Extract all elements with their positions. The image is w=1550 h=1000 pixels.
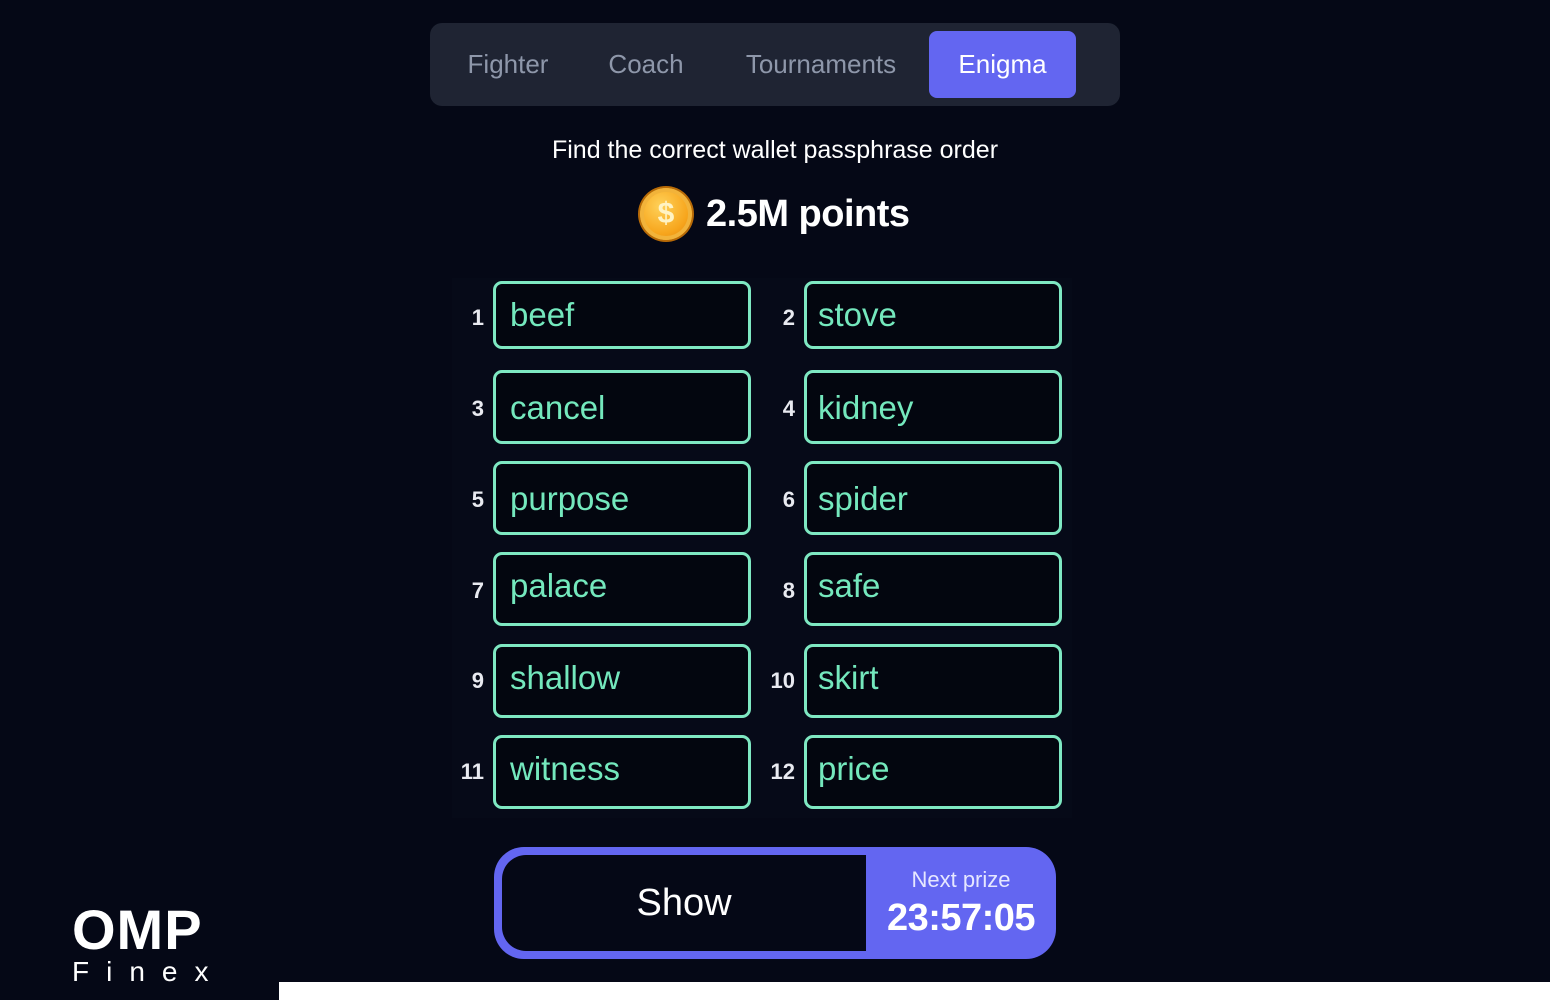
points-label: 2.5M points xyxy=(706,192,910,235)
word-box[interactable]: purpose xyxy=(493,461,751,535)
word-box[interactable]: shallow xyxy=(493,644,751,718)
word-text: palace xyxy=(510,567,608,604)
word-number: 3 xyxy=(471,396,484,421)
word-box[interactable]: cancel xyxy=(493,370,751,444)
word-box[interactable]: spider xyxy=(804,461,1062,535)
word-box[interactable]: palace xyxy=(493,552,751,626)
instruction-text: Find the correct wallet passphrase order xyxy=(551,136,999,164)
word-box[interactable]: witness xyxy=(493,735,751,809)
word-text: kidney xyxy=(818,389,914,426)
next-prize-label: Next prize xyxy=(911,867,1011,892)
tab-bar: Fighter Coach Tournaments Enigma xyxy=(430,23,1120,106)
word-box[interactable]: kidney xyxy=(804,370,1062,444)
tab-enigma[interactable]: Enigma xyxy=(929,31,1076,98)
word-text: stove xyxy=(818,296,897,333)
word-number: 9 xyxy=(471,668,484,693)
action-bar: Show Next prize 23:57:05 xyxy=(494,847,1056,959)
word-box[interactable]: beef xyxy=(493,281,751,349)
word-number: 12 xyxy=(770,759,795,784)
word-box[interactable]: safe xyxy=(804,552,1062,626)
word-number: 6 xyxy=(782,487,795,512)
word-text: witness xyxy=(510,750,621,787)
word-number: 7 xyxy=(471,578,484,603)
word-text: shallow xyxy=(510,659,621,696)
word-text: cancel xyxy=(510,389,606,426)
word-text: price xyxy=(818,750,890,787)
word-number: 1 xyxy=(471,305,484,330)
logo-wordmark: OMP xyxy=(72,898,203,961)
word-number: 11 xyxy=(460,759,484,784)
brand-logo: OMP Finex xyxy=(72,902,225,988)
show-button[interactable]: Show xyxy=(502,855,866,951)
word-text: spider xyxy=(818,480,908,517)
bottom-strip xyxy=(279,982,1550,1000)
tab-tournaments[interactable]: Tournaments xyxy=(722,31,920,98)
word-number: 4 xyxy=(782,396,795,421)
reward-display: $ 2.5M points xyxy=(640,186,910,242)
countdown-timer: 23:57:05 xyxy=(886,897,1036,939)
logo-subtitle: Finex xyxy=(72,956,226,987)
word-text: skirt xyxy=(818,659,879,696)
word-text: purpose xyxy=(510,480,630,517)
word-number: 2 xyxy=(782,305,795,330)
tab-fighter[interactable]: Fighter xyxy=(446,31,570,98)
word-number: 8 xyxy=(782,578,795,603)
word-number: 5 xyxy=(471,487,484,512)
word-text: safe xyxy=(818,567,881,604)
word-box[interactable]: stove xyxy=(804,281,1062,349)
word-number: 10 xyxy=(770,668,795,693)
coin-dollar-icon: $ xyxy=(640,188,692,240)
tab-coach[interactable]: Coach xyxy=(586,31,706,98)
word-box[interactable]: skirt xyxy=(804,644,1062,718)
word-box[interactable]: price xyxy=(804,735,1062,809)
passphrase-grid: 1 beef 2 stove 3 cancel 4 kidney 5 purpo… xyxy=(452,278,1072,818)
word-text: beef xyxy=(510,296,575,333)
